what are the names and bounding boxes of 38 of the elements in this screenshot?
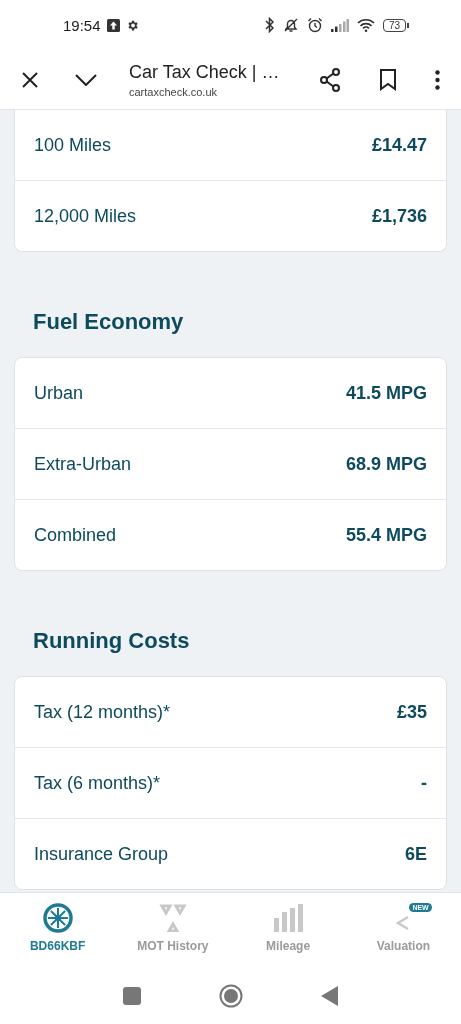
page-title: Car Tax Check | …	[129, 61, 281, 83]
nav-tab[interactable]: MOT History	[115, 893, 231, 968]
row-label: Tax (6 months)*	[34, 772, 161, 794]
nav-tab[interactable]: BD66KBF	[0, 893, 116, 968]
section-heading: Fuel Economy	[32, 308, 185, 336]
row-value: 41.5 MPG	[345, 382, 427, 404]
row-label: Urban	[34, 382, 84, 404]
muted-bell-icon	[282, 17, 299, 33]
battery-icon: 73	[382, 18, 409, 32]
row-label: Insurance Group	[34, 843, 169, 865]
row-label: 12,000 Miles	[34, 205, 137, 227]
wifi-icon	[356, 18, 375, 32]
mot-icon	[158, 904, 187, 932]
clock: 19:54	[63, 16, 101, 34]
signal-icon	[330, 18, 349, 32]
row-value: 68.9 MPG	[345, 453, 427, 475]
home-button[interactable]	[219, 984, 243, 1008]
valuation-icon	[396, 915, 411, 931]
bar-chart-icon	[273, 904, 304, 932]
row-value: 55.4 MPG	[345, 524, 427, 546]
row-value: £35	[396, 701, 427, 723]
row-label: Combined	[34, 524, 117, 546]
page-url: cartaxcheck.co.uk	[129, 85, 219, 98]
row-label: 100 Miles	[34, 134, 112, 156]
alarm-icon	[306, 17, 323, 33]
section-heading: Running Costs	[32, 627, 191, 655]
back-button[interactable]	[321, 986, 338, 1006]
more-icon	[435, 69, 441, 90]
row-label: Extra-Urban	[34, 453, 132, 475]
upload-icon	[106, 18, 120, 32]
bluetooth-icon	[264, 17, 275, 33]
row-value: -	[421, 772, 427, 794]
row-value: 6E	[404, 843, 427, 865]
row-value: £1,736	[371, 205, 427, 227]
row-label: Tax (12 months)*	[34, 701, 171, 723]
row-value: £14.47	[371, 134, 427, 156]
nav-tab[interactable]: Mileage	[230, 893, 346, 968]
wheel-icon	[42, 903, 73, 933]
